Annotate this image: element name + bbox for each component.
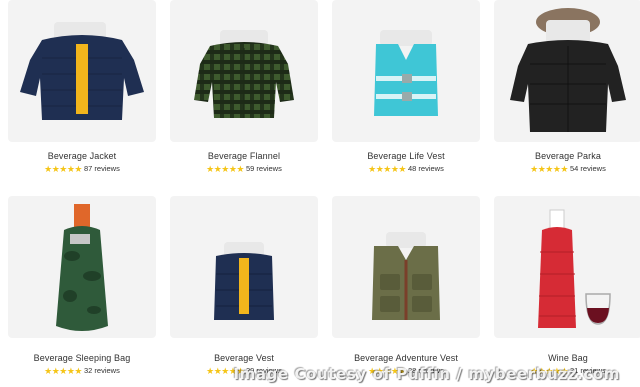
product-card-sleeping-bag[interactable]: Beverage Sleeping Bag ★★★★★ 32 reviews xyxy=(8,196,156,376)
product-rating: ★★★★★ 54 reviews xyxy=(494,164,640,175)
product-name[interactable]: Beverage Adventure Vest xyxy=(332,353,480,363)
product-rating: ★★★★★ 59 reviews xyxy=(170,164,318,175)
star-rating-icon: ★★★★★ xyxy=(44,164,82,174)
review-count: 54 reviews xyxy=(569,164,606,173)
product-rating: ★★★★★ 87 reviews xyxy=(8,164,156,175)
product-name[interactable]: Wine Bag xyxy=(494,353,640,363)
product-image-vest[interactable] xyxy=(170,196,318,338)
product-card-wine-bag[interactable]: Wine Bag ★★★★★ 31 reviews xyxy=(494,196,640,376)
product-image-life-vest[interactable] xyxy=(332,0,480,142)
review-count: 87 reviews xyxy=(83,164,120,173)
product-name[interactable]: Beverage Flannel xyxy=(170,151,318,161)
review-count: 59 reviews xyxy=(245,164,282,173)
star-rating-icon: ★★★★★ xyxy=(44,366,82,376)
product-image-parka[interactable] xyxy=(494,0,640,142)
product-image-wine-bag[interactable] xyxy=(494,196,640,338)
review-count: 32 reviews xyxy=(83,366,120,375)
product-card-vest[interactable]: Beverage Vest ★★★★★ 29 reviews xyxy=(170,196,318,376)
product-card-life-vest[interactable]: Beverage Life Vest ★★★★★ 48 reviews xyxy=(332,0,480,174)
star-rating-icon: ★★★★★ xyxy=(368,164,406,174)
product-card-adventure-vest[interactable]: Beverage Adventure Vest ★★★★★ 28 reviews xyxy=(332,196,480,376)
product-image-flannel[interactable] xyxy=(170,0,318,142)
product-card-parka[interactable]: Beverage Parka ★★★★★ 54 reviews xyxy=(494,0,640,174)
star-rating-icon: ★★★★★ xyxy=(530,164,568,174)
product-name[interactable]: Beverage Parka xyxy=(494,151,640,161)
image-credit-watermark: Image Coutesy of Puffin / mybeerbuzz.com xyxy=(233,365,620,383)
product-name[interactable]: Beverage Jacket xyxy=(8,151,156,161)
product-rating: ★★★★★ 48 reviews xyxy=(332,164,480,175)
product-card-flannel[interactable]: Beverage Flannel ★★★★★ 59 reviews xyxy=(170,0,318,174)
product-name[interactable]: Beverage Vest xyxy=(170,353,318,363)
product-image-sleeping-bag[interactable] xyxy=(8,196,156,338)
product-image-adventure-vest[interactable] xyxy=(332,196,480,338)
product-grid: Beverage Jacket ★★★★★ 87 reviews Beverage… xyxy=(0,0,640,387)
product-name[interactable]: Beverage Sleeping Bag xyxy=(8,353,156,363)
product-name[interactable]: Beverage Life Vest xyxy=(332,151,480,161)
product-image-jacket[interactable] xyxy=(8,0,156,142)
product-rating: ★★★★★ 32 reviews xyxy=(8,366,156,377)
star-rating-icon: ★★★★★ xyxy=(206,164,244,174)
review-count: 48 reviews xyxy=(407,164,444,173)
product-card-jacket[interactable]: Beverage Jacket ★★★★★ 87 reviews xyxy=(8,0,156,174)
